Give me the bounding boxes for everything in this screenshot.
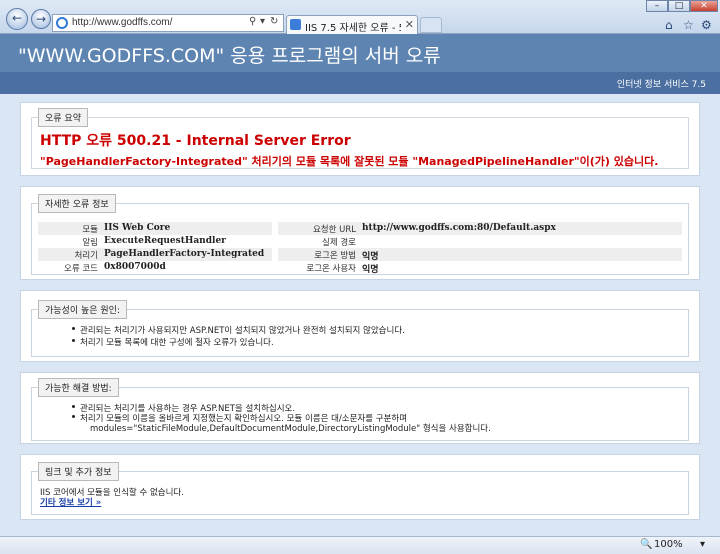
summary-panel: 오류 요약 HTTP 오류 500.21 - Internal Server E… (20, 102, 700, 176)
search-icon[interactable]: ⚲ (249, 16, 256, 27)
detail-key: 요청한 URL (312, 225, 356, 235)
detail-row: 모듈 IIS Web Core (38, 222, 272, 235)
summary-legend: 오류 요약 (38, 108, 88, 127)
solutions-panel: 가능한 해결 방법: 관리되는 처리기를 사용하는 경우 ASP.NET을 설치… (20, 372, 700, 444)
dropdown-arrow-icon[interactable]: ▾ (260, 16, 265, 27)
page-title: "WWW.GODFFS.COM" 응용 프로그램의 서버 오류 (18, 45, 441, 67)
gear-icon[interactable]: ⚙ (701, 18, 712, 32)
detail-key: 오류 코드 (64, 264, 98, 274)
detail-row: 로그온 사용자 익명 (278, 261, 682, 275)
tab-title: IIS 7.5 자세한 오류 - 500.2... (305, 23, 401, 34)
list-item-continuation: modules="StaticFileModule,DefaultDocumen… (90, 424, 491, 434)
detail-value: http://www.godffs.com:80/Default.aspx (362, 223, 556, 233)
page-icon (290, 19, 301, 30)
browser-toolbar: ← → http://www.godffs.com/ ⚲ ▾ ↻ IIS 7.5… (0, 0, 720, 34)
server-name: 인터넷 정보 서비스 7.5 (616, 80, 706, 90)
error-title: HTTP 오류 500.21 - Internal Server Error (40, 133, 351, 149)
close-tab-icon[interactable]: ✕ (405, 18, 414, 31)
detail-row: 로그온 방법 익명 (278, 248, 682, 262)
solutions-legend: 가능한 해결 방법: (38, 378, 119, 397)
list-item: 처리기 모듈 목록에 대한 구성에 철자 오류가 있습니다. (72, 338, 274, 348)
detail-key: 알림 (82, 238, 98, 248)
detail-value: 0x8007000d (104, 262, 166, 272)
new-tab-button[interactable] (420, 17, 442, 33)
zoom-icon[interactable]: 🔍 (640, 539, 652, 550)
tab-iis-error[interactable]: IIS 7.5 자세한 오류 - 500.2... ✕ (286, 15, 418, 34)
detail-row: 오류 코드 0x8007000d (38, 261, 272, 274)
detail-row: 알림 ExecuteRequestHandler (38, 235, 272, 248)
causes-panel: 가능성이 높은 원인: 관리되는 처리기가 사용되지만 ASP.NET이 설치되… (20, 290, 700, 362)
error-description: "PageHandlerFactory-Integrated" 처리기의 모듈 … (40, 155, 659, 168)
status-bar: 🔍 100% ▾ (0, 536, 720, 554)
address-url: http://www.godffs.com/ (72, 17, 173, 28)
refresh-icon[interactable]: ↻ (270, 16, 278, 27)
minimize-button[interactable]: – (646, 0, 668, 12)
favorites-star-icon[interactable]: ☆ (683, 18, 694, 32)
summary-box: 오류 요약 HTTP 오류 500.21 - Internal Server E… (31, 108, 689, 169)
detail-value: 익명 (362, 265, 379, 275)
more-info-link[interactable]: 기타 정보 보기 » (40, 496, 101, 508)
list-item: 관리되는 처리기가 사용되지만 ASP.NET이 설치되지 않았거나 완전히 설… (72, 326, 405, 336)
close-window-button[interactable]: ✕ (690, 0, 718, 12)
forward-arrow-icon[interactable]: → (31, 9, 51, 29)
solutions-box: 가능한 해결 방법: 관리되는 처리기를 사용하는 경우 ASP.NET을 설치… (31, 378, 689, 441)
detail-key: 처리기 (74, 251, 98, 261)
back-arrow-icon[interactable]: ← (6, 8, 28, 30)
causes-box: 가능성이 높은 원인: 관리되는 처리기가 사용되지만 ASP.NET이 설치되… (31, 300, 689, 357)
details-box: 자세한 오류 정보 모듈 IIS Web Core 알림 ExecuteRequ… (31, 194, 689, 275)
detail-row: 실제 경로 (278, 235, 682, 248)
causes-legend: 가능성이 높은 원인: (38, 300, 127, 319)
page-subheader: 인터넷 정보 서비스 7.5 (0, 72, 720, 94)
address-bar[interactable]: http://www.godffs.com/ ⚲ ▾ ↻ (52, 14, 284, 32)
detail-key: 모듈 (82, 225, 98, 235)
ie-logo-icon (56, 17, 68, 29)
maximize-button[interactable]: □ (668, 0, 690, 12)
page-header: "WWW.GODFFS.COM" 응용 프로그램의 서버 오류 (0, 34, 720, 72)
detail-value: ExecuteRequestHandler (104, 236, 226, 246)
detail-key: 실제 경로 (322, 238, 356, 248)
detail-key: 로그온 방법 (314, 251, 356, 261)
zoom-level[interactable]: 100% (654, 539, 683, 550)
details-panel: 자세한 오류 정보 모듈 IIS Web Core 알림 ExecuteRequ… (20, 186, 700, 280)
details-legend: 자세한 오류 정보 (38, 194, 116, 213)
detail-key: 로그온 사용자 (306, 264, 356, 274)
home-icon[interactable]: ⌂ (665, 18, 673, 32)
detail-row: 요청한 URL http://www.godffs.com:80/Default… (278, 222, 682, 235)
links-box: 링크 및 추가 정보 IIS 코어에서 모듈을 인식할 수 없습니다. 기타 정… (31, 462, 689, 515)
links-legend: 링크 및 추가 정보 (38, 462, 119, 481)
zoom-dropdown-icon[interactable]: ▾ (700, 539, 705, 550)
detail-row: 처리기 PageHandlerFactory-Integrated (38, 248, 272, 261)
links-panel: 링크 및 추가 정보 IIS 코어에서 모듈을 인식할 수 없습니다. 기타 정… (20, 454, 700, 520)
detail-value: PageHandlerFactory-Integrated (104, 249, 265, 259)
detail-value: IIS Web Core (104, 223, 171, 233)
